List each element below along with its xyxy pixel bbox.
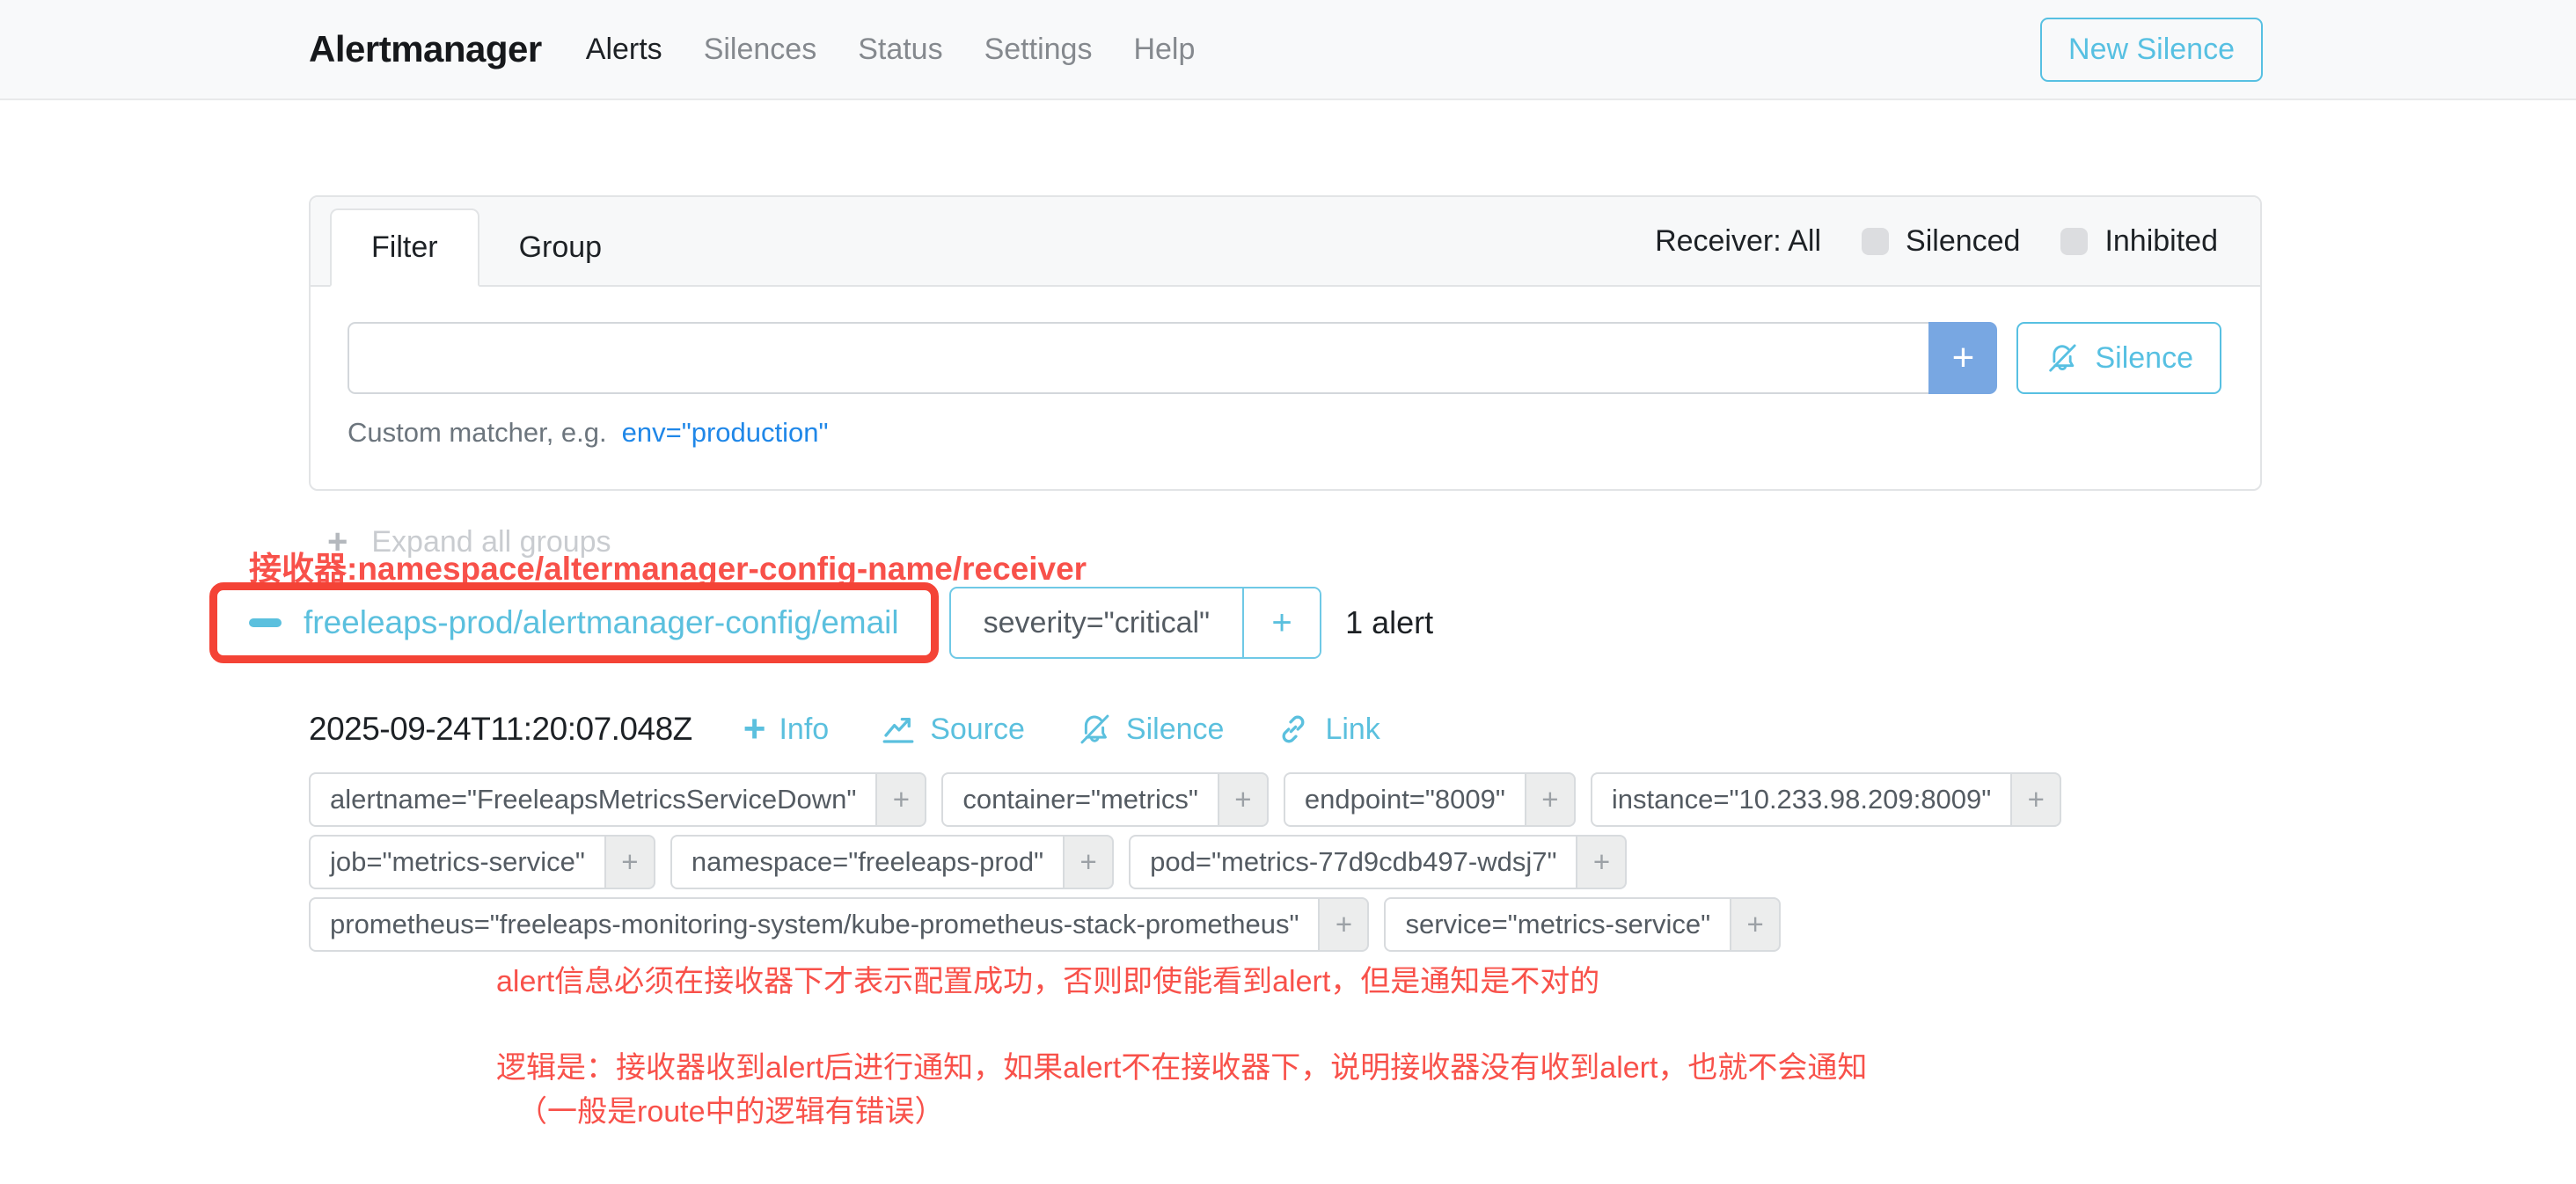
add-group-filter-button[interactable]: +: [1242, 588, 1320, 657]
minus-icon: [249, 618, 282, 627]
alert-detail-row: 2025-09-24T11:20:07.048Z + Info Source S…: [309, 711, 1380, 748]
label-text: job="metrics-service": [309, 835, 606, 889]
silenced-filter-toggle[interactable]: Silenced: [1862, 224, 2020, 259]
app-title: Alertmanager: [309, 28, 542, 70]
group-receiver-label: freeleaps-prod/alertmanager-config/email: [304, 604, 899, 641]
label-row: prometheus="freeleaps-monitoring-system/…: [309, 897, 2061, 952]
add-label-filter-button[interactable]: +: [1320, 897, 1369, 952]
main-nav: Alerts Silences Status Settings Help: [586, 33, 1196, 67]
matcher-help: Custom matcher, e.g. env="production": [348, 417, 2221, 449]
label-text: alertname="FreeleapsMetricsServiceDown": [309, 772, 877, 827]
silenced-checkbox[interactable]: [1862, 228, 1889, 255]
label-text: endpoint="8009": [1284, 772, 1526, 827]
matcher-input[interactable]: [348, 322, 1928, 394]
alert-labels: alertname="FreeleapsMetricsServiceDown" …: [309, 772, 2061, 960]
label-row: alertname="FreeleapsMetricsServiceDown" …: [309, 772, 2061, 827]
label-tag: job="metrics-service" +: [309, 835, 655, 889]
source-button[interactable]: Source: [880, 711, 1025, 748]
matcher-input-group: +: [348, 322, 1997, 394]
link-label: Link: [1325, 713, 1379, 747]
collapse-group-button[interactable]: freeleaps-prod/alertmanager-config/email: [223, 594, 926, 652]
add-label-filter-button[interactable]: +: [1219, 772, 1269, 827]
annotation-highlight-box: freeleaps-prod/alertmanager-config/email: [209, 582, 939, 663]
add-label-filter-button[interactable]: +: [606, 835, 655, 889]
silence-alert-button[interactable]: Silence: [1076, 711, 1225, 748]
logic-annotation-text: 逻辑是：接收器收到alert后进行通知，如果alert不在接收器下，说明接收器没…: [496, 1043, 1867, 1086]
link-icon: [1275, 711, 1312, 748]
alertmanager-page: Alertmanager Alerts Silences Status Sett…: [0, 0, 2576, 1184]
nav-item-alerts[interactable]: Alerts: [586, 33, 662, 67]
inhibited-filter-toggle[interactable]: Inhibited: [2060, 224, 2218, 259]
filter-panel-header: Filter Group Receiver: All Silenced Inhi…: [311, 197, 2260, 287]
group-matcher-label: severity="critical": [951, 588, 1242, 657]
add-label-filter-button[interactable]: +: [1065, 835, 1114, 889]
nav-item-status[interactable]: Status: [858, 33, 942, 67]
tab-filter[interactable]: Filter: [330, 208, 479, 287]
label-text: prometheus="freeleaps-monitoring-system/…: [309, 897, 1320, 952]
nav-item-help[interactable]: Help: [1133, 33, 1195, 67]
label-text: instance="10.233.98.209:8009": [1591, 772, 2012, 827]
navbar-left: Alertmanager Alerts Silences Status Sett…: [309, 28, 1195, 70]
filter-panel: Filter Group Receiver: All Silenced Inhi…: [309, 195, 2262, 491]
info-label: Info: [779, 713, 829, 747]
tab-group[interactable]: Group: [479, 210, 642, 285]
silenced-label: Silenced: [1906, 224, 2020, 259]
link-button[interactable]: Link: [1275, 711, 1379, 748]
nav-item-silences[interactable]: Silences: [704, 33, 817, 67]
filter-panel-body: + Silence Custom matcher, e.g. env="prod…: [311, 287, 2260, 489]
group-matcher-chip: severity="critical" +: [949, 587, 1321, 659]
label-text: namespace="freeleaps-prod": [670, 835, 1065, 889]
label-tag: instance="10.233.98.209:8009" +: [1591, 772, 2061, 827]
help-text: Custom matcher, e.g.: [348, 417, 607, 449]
inhibited-label: Inhibited: [2104, 224, 2218, 259]
silence-alert-label: Silence: [1126, 713, 1225, 747]
label-text: container="metrics": [941, 772, 1219, 827]
new-silence-button[interactable]: New Silence: [2040, 18, 2263, 82]
silence-button-label: Silence: [2095, 341, 2193, 376]
alert-group-row: freeleaps-prod/alertmanager-config/email…: [209, 582, 1433, 663]
info-button[interactable]: + Info: [743, 712, 829, 747]
label-tag: namespace="freeleaps-prod" +: [670, 835, 1114, 889]
add-label-filter-button[interactable]: +: [2012, 772, 2061, 827]
top-navbar: Alertmanager Alerts Silences Status Sett…: [0, 0, 2576, 100]
matcher-example-link[interactable]: env="production": [622, 417, 829, 449]
label-tag: pod="metrics-77d9cdb497-wdsj7" +: [1129, 835, 1627, 889]
alert-count: 1 alert: [1345, 604, 1433, 641]
receiver-filter-dropdown[interactable]: Receiver: All: [1655, 224, 1821, 259]
plus-icon: +: [743, 712, 766, 747]
matcher-row: + Silence: [348, 322, 2221, 394]
inhibited-checkbox[interactable]: [2060, 228, 2088, 255]
label-tag: prometheus="freeleaps-monitoring-system/…: [309, 897, 1369, 952]
bell-slash-icon: [2045, 340, 2080, 376]
logic-annotation-detail: （一般是route中的逻辑有错误）: [517, 1087, 945, 1130]
label-tag: container="metrics" +: [941, 772, 1269, 827]
label-tag: endpoint="8009" +: [1284, 772, 1576, 827]
add-label-filter-button[interactable]: +: [1526, 772, 1576, 827]
filter-tabs: Filter Group: [330, 197, 641, 285]
alert-timestamp: 2025-09-24T11:20:07.048Z: [309, 711, 692, 748]
alert-annotation-text: alert信息必须在接收器下才表示配置成功，否则即使能看到alert，但是通知是…: [496, 957, 1599, 1000]
label-tag: alertname="FreeleapsMetricsServiceDown" …: [309, 772, 926, 827]
add-label-filter-button[interactable]: +: [1577, 835, 1627, 889]
add-matcher-button[interactable]: +: [1928, 322, 1997, 394]
silence-from-filter-button[interactable]: Silence: [2016, 322, 2221, 394]
source-label: Source: [930, 713, 1025, 747]
add-label-filter-button[interactable]: +: [877, 772, 926, 827]
add-label-filter-button[interactable]: +: [1731, 897, 1781, 952]
chart-line-icon: [880, 711, 917, 748]
filter-header-controls: Receiver: All Silenced Inhibited: [1655, 224, 2218, 259]
label-row: job="metrics-service" + namespace="freel…: [309, 835, 2061, 889]
label-text: pod="metrics-77d9cdb497-wdsj7": [1129, 835, 1577, 889]
label-tag: service="metrics-service" +: [1384, 897, 1781, 952]
bell-slash-icon: [1076, 711, 1113, 748]
label-text: service="metrics-service": [1384, 897, 1731, 952]
nav-item-settings[interactable]: Settings: [984, 33, 1093, 67]
